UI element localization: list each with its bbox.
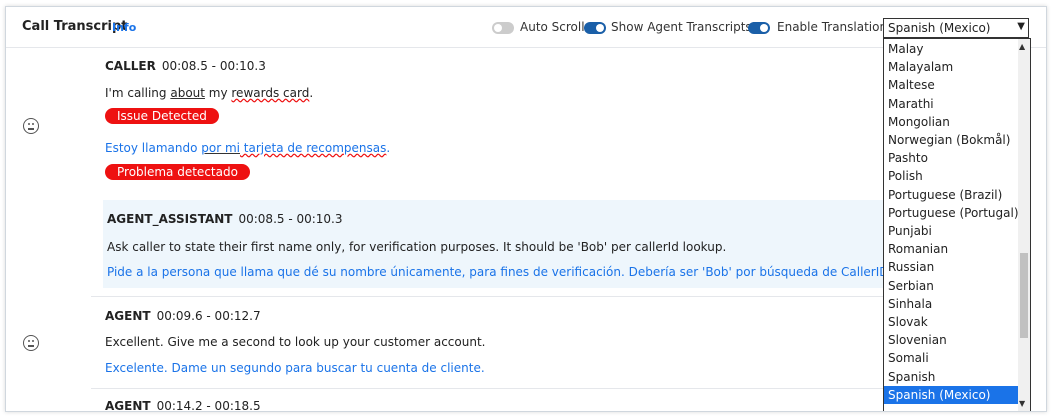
language-option[interactable]: Slovenian bbox=[884, 331, 1020, 349]
neutral-sentiment-icon bbox=[23, 118, 39, 134]
language-dropdown-list[interactable]: Malay Malayalam Maltese Marathi Mongolian Nor… bbox=[883, 38, 1031, 411]
translated-issue-badge: Problema detectado bbox=[105, 164, 250, 180]
enable-translation-toggle[interactable] bbox=[748, 22, 770, 34]
translation-text: Estoy llamando por mi tarjeta de recompe… bbox=[105, 141, 391, 155]
scroll-up-icon[interactable]: ▲ bbox=[1019, 42, 1025, 51]
language-option[interactable]: Maltese bbox=[884, 76, 1020, 94]
auto-scroll-toggle[interactable] bbox=[492, 22, 514, 34]
language-option[interactable]: Marathi bbox=[884, 95, 1020, 113]
divider bbox=[91, 296, 891, 297]
divider bbox=[91, 388, 891, 389]
scrollbar-thumb[interactable] bbox=[1020, 253, 1028, 338]
language-option[interactable]: Malayalam bbox=[884, 58, 1020, 76]
language-option[interactable]: Mongolian bbox=[884, 113, 1020, 131]
language-option[interactable]: Romanian bbox=[884, 240, 1020, 258]
speaker-label: AGENT 00:09.6 - 00:12.7 bbox=[105, 309, 261, 323]
speaker-label: AGENT_ASSISTANT 00:08.5 - 00:10.3 bbox=[107, 212, 343, 226]
auto-scroll-label: Auto Scroll bbox=[520, 20, 585, 34]
timestamp: 00:09.6 - 00:12.7 bbox=[156, 309, 261, 323]
transcript-text: I'm calling about my rewards card. bbox=[105, 86, 314, 100]
dropdown-scrollbar[interactable]: ▲ ▼ bbox=[1018, 39, 1030, 411]
language-select[interactable]: Spanish (Mexico) ▼ bbox=[883, 18, 1029, 38]
transcript-text: Ask caller to state their first name onl… bbox=[107, 240, 727, 254]
speaker-label: AGENT 00:14.2 - 00:18.5 bbox=[105, 399, 261, 412]
issue-detected-badge: Issue Detected bbox=[105, 108, 219, 124]
language-option[interactable]: Serbian bbox=[884, 277, 1020, 295]
language-option[interactable]: Pashto bbox=[884, 149, 1020, 167]
language-option[interactable]: Polish bbox=[884, 167, 1020, 185]
language-option[interactable]: Russian bbox=[884, 258, 1020, 276]
call-transcript-panel: Call Transcript Info Auto Scroll Show Ag… bbox=[5, 6, 1047, 412]
language-option[interactable]: Punjabi bbox=[884, 222, 1020, 240]
chevron-down-icon: ▼ bbox=[1017, 21, 1025, 32]
show-agent-transcripts-label: Show Agent Transcripts? bbox=[611, 20, 759, 34]
speaker-label: CALLER 00:08.5 - 00:10.3 bbox=[105, 59, 266, 73]
translation-text: Pide a la persona que llama que dé su no… bbox=[107, 265, 893, 279]
language-option[interactable]: Spanish (Mexico) bbox=[884, 385, 1020, 404]
neutral-sentiment-icon bbox=[23, 335, 39, 351]
transcript-text: Excellent. Give me a second to look up y… bbox=[105, 335, 486, 349]
language-option[interactable]: Spanish bbox=[884, 368, 1020, 386]
language-option[interactable]: Malay bbox=[884, 40, 1020, 58]
show-agent-transcripts-toggle[interactable] bbox=[584, 22, 606, 34]
language-option[interactable]: Norwegian (Bokmål) bbox=[884, 131, 1020, 149]
enable-translation-label: Enable Translation bbox=[777, 20, 888, 34]
language-option[interactable]: Portuguese (Portugal) bbox=[884, 204, 1020, 222]
timestamp: 00:08.5 - 00:10.3 bbox=[238, 212, 343, 226]
language-option[interactable]: Slovak bbox=[884, 313, 1020, 331]
timestamp: 00:08.5 - 00:10.3 bbox=[161, 59, 266, 73]
scroll-down-icon[interactable]: ▼ bbox=[1019, 399, 1025, 408]
timestamp: 00:14.2 - 00:18.5 bbox=[156, 399, 261, 412]
translation-text: Excelente. Dame un segundo para buscar t… bbox=[105, 361, 485, 375]
language-select-value: Spanish (Mexico) bbox=[888, 21, 991, 35]
language-option[interactable]: Sinhala bbox=[884, 295, 1020, 313]
info-link[interactable]: Info bbox=[112, 21, 136, 34]
language-option[interactable]: Portuguese (Brazil) bbox=[884, 186, 1020, 204]
language-option[interactable]: Somali bbox=[884, 349, 1020, 367]
